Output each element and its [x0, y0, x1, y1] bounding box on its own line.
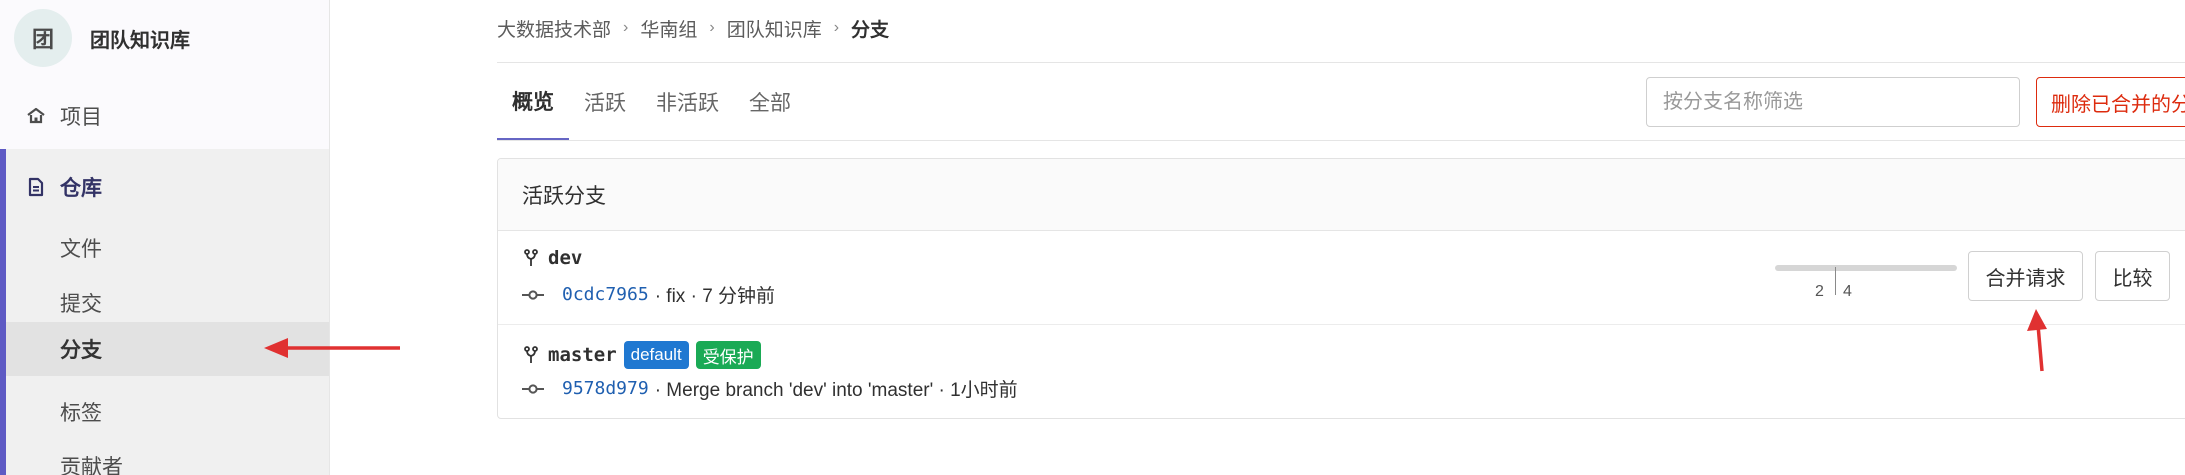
sidebar-item-branches[interactable]: 分支 — [6, 322, 329, 376]
delete-merged-branches-button[interactable]: 删除已合并的分支 — [2036, 77, 2185, 127]
sidebar-item-repository[interactable]: 仓库 — [26, 167, 102, 207]
sidebar-repo-section: 仓库 文件 提交 分支 标签 贡献者 — [0, 149, 329, 475]
branch-row: dev 0cdc7965 · fix · 7 分钟前 2 4 合并请求 比较 — [498, 231, 2185, 325]
divider — [497, 140, 2185, 141]
breadcrumb: 大数据技术部 › 华南组 › 团队知识库 › 分支 — [497, 14, 889, 42]
commits-behind-count: 2 — [1815, 283, 1824, 300]
chevron-right-icon: › — [709, 19, 715, 36]
active-branches-panel: 活跃分支 dev 0cdc7965 · fix · 7 分钟前 2 4 合并请求… — [497, 158, 2185, 419]
chevron-right-icon: › — [623, 19, 629, 36]
compare-button[interactable]: 比较 — [2095, 251, 2170, 301]
commit-icon — [522, 289, 544, 300]
document-icon — [28, 177, 44, 197]
protected-badge: 受保护 — [695, 341, 761, 369]
sidebar-item-label: 仓库 — [60, 177, 102, 200]
breadcrumb-item[interactable]: 华南组 — [640, 15, 697, 42]
sidebar-item-projects[interactable]: 项目 — [26, 96, 102, 136]
sidebar: 团 团队知识库 项目 仓库 文件 提交 分支 标签 贡献者 — [0, 0, 330, 475]
commits-ahead-count: 4 — [1843, 283, 1852, 300]
divergence-graph: 2 4 — [1775, 265, 1957, 307]
group-avatar[interactable]: 团 — [14, 9, 72, 67]
chevron-right-icon: › — [833, 19, 840, 36]
commit-sha-link[interactable]: 9578d979 — [562, 378, 649, 399]
home-icon — [27, 107, 45, 124]
branch-fork-icon — [524, 249, 538, 266]
branch-name-link[interactable]: dev — [548, 247, 582, 269]
divergence-divider — [1835, 267, 1836, 295]
page: 团 团队知识库 项目 仓库 文件 提交 分支 标签 贡献者 大数据技术部 › 华… — [0, 0, 2185, 475]
tab-overview[interactable]: 概览 — [497, 63, 569, 141]
branch-row: master default 受保护 9578d979 · Merge bran… — [498, 325, 2185, 418]
divergence-bar — [1775, 265, 1957, 271]
sidebar-header[interactable]: 团 团队知识库 — [14, 6, 190, 70]
merge-request-button[interactable]: 合并请求 — [1968, 251, 2083, 301]
tab-all[interactable]: 全部 — [734, 63, 806, 141]
branch-title: master default 受保护 — [524, 341, 761, 369]
commit-message: · Merge branch 'dev' into 'master' · 1小时… — [654, 380, 1018, 401]
commit-info: 9578d979 · Merge branch 'dev' into 'mast… — [522, 375, 1018, 402]
tab-stale[interactable]: 非活跃 — [641, 63, 734, 141]
default-badge: default — [623, 341, 689, 369]
sidebar-item-commits[interactable]: 提交 — [60, 283, 102, 323]
branch-tabs: 概览 活跃 非活跃 全部 — [497, 63, 806, 141]
panel-title: 活跃分支 — [498, 159, 2185, 231]
branch-title: dev — [524, 247, 582, 269]
tab-active[interactable]: 活跃 — [569, 63, 641, 141]
breadcrumb-item[interactable]: 团队知识库 — [727, 15, 822, 42]
branch-name-link[interactable]: master — [548, 344, 617, 366]
branch-fork-icon — [524, 346, 538, 363]
commit-info: 0cdc7965 · fix · 7 分钟前 — [522, 281, 775, 308]
group-name[interactable]: 团队知识库 — [90, 24, 190, 53]
sidebar-item-tags[interactable]: 标签 — [60, 392, 102, 432]
sidebar-item-contributors[interactable]: 贡献者 — [60, 446, 123, 475]
sidebar-item-files[interactable]: 文件 — [60, 228, 102, 268]
commit-icon — [522, 383, 544, 394]
commit-message: · fix · 7 分钟前 — [654, 286, 776, 307]
breadcrumb-item[interactable]: 大数据技术部 — [497, 15, 611, 42]
breadcrumb-current[interactable]: 分支 — [851, 15, 889, 42]
sidebar-item-label: 项目 — [60, 106, 102, 129]
active-section-indicator — [0, 149, 6, 475]
commit-sha-link[interactable]: 0cdc7965 — [562, 284, 649, 305]
branch-filter-input[interactable] — [1646, 77, 2020, 127]
